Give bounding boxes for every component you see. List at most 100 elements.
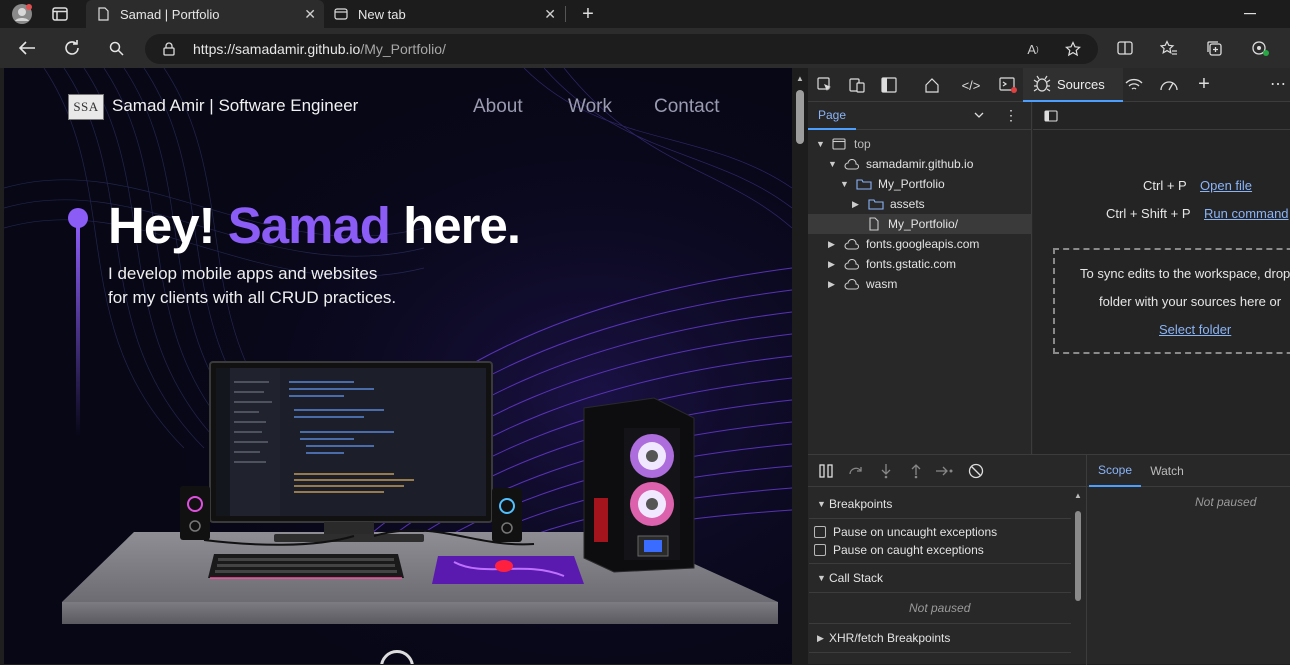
select-folder-link[interactable]: Select folder bbox=[1159, 322, 1231, 337]
favorites-icon[interactable] bbox=[1158, 38, 1180, 58]
step-out-icon[interactable] bbox=[906, 461, 926, 481]
hero-here: here. bbox=[403, 197, 521, 254]
cloud-icon bbox=[844, 158, 860, 170]
shortcut-run-command: Ctrl + Shift + P bbox=[1106, 206, 1191, 221]
favorite-star-icon[interactable] bbox=[1063, 39, 1083, 59]
refresh-icon[interactable] bbox=[61, 38, 83, 58]
scrollbar-thumb[interactable] bbox=[796, 90, 804, 144]
xhr-label: XHR/fetch Breakpoints bbox=[829, 631, 951, 645]
run-command-link[interactable]: Run command bbox=[1204, 206, 1289, 221]
sidebar-scrollbar[interactable]: ▲ bbox=[1072, 489, 1084, 665]
nav-about[interactable]: About bbox=[473, 96, 523, 118]
sources-tab-label: Sources bbox=[1057, 76, 1105, 92]
elements-icon[interactable]: </> bbox=[960, 76, 982, 94]
editor-pane: Ctrl + P Open file Ctrl + Shift + P Run … bbox=[1033, 102, 1290, 454]
call-stack-header[interactable]: ▼ Call Stack bbox=[809, 563, 1071, 593]
tree-label: samadamir.github.io bbox=[866, 157, 974, 171]
chevron-down-icon[interactable] bbox=[972, 108, 986, 122]
nav-work[interactable]: Work bbox=[568, 96, 612, 118]
tree-label: assets bbox=[890, 197, 925, 211]
more-tools-plus-icon[interactable]: + bbox=[1194, 73, 1214, 95]
tree-item-host[interactable]: ▼ samadamir.github.io bbox=[828, 154, 973, 174]
logo-text: SSA bbox=[73, 99, 99, 114]
hero-subtitle-2: for my clients with all CRUD practices. bbox=[108, 288, 397, 307]
lock-icon[interactable] bbox=[161, 41, 177, 57]
folder-icon bbox=[868, 199, 884, 210]
workspaces-icon[interactable] bbox=[50, 5, 70, 23]
sync-text-2: folder with your sources here or bbox=[1099, 294, 1282, 309]
pause-uncaught-checkbox-row[interactable]: Pause on uncaught exceptions bbox=[814, 525, 997, 539]
toggle-navigator-icon[interactable] bbox=[1043, 108, 1059, 124]
breakpoints-header[interactable]: ▼ Breakpoints bbox=[809, 489, 1071, 519]
expand-arrow-icon: ▶ bbox=[828, 258, 835, 269]
profile-avatar[interactable] bbox=[10, 3, 34, 25]
tree-item-fonts-googleapis[interactable]: ▶ fonts.googleapis.com bbox=[828, 234, 979, 254]
tree-item-assets[interactable]: ▶ assets bbox=[852, 194, 925, 214]
navigator-pane: Page ⋮ ▼ top ▼ samadamir.github.io ▼ My_… bbox=[808, 102, 1032, 454]
xhr-breakpoints-header[interactable]: ▶ XHR/fetch Breakpoints bbox=[809, 623, 1071, 653]
tree-item-folder[interactable]: ▼ My_Portfolio bbox=[840, 174, 945, 194]
expand-arrow-icon: ▶ bbox=[828, 238, 835, 249]
kebab-menu-icon[interactable]: ⋮ bbox=[1004, 107, 1018, 123]
inspect-icon[interactable] bbox=[816, 76, 834, 94]
console-icon[interactable] bbox=[998, 76, 1018, 94]
scrollbar-thumb[interactable] bbox=[1075, 511, 1081, 601]
close-icon[interactable]: ✕ bbox=[544, 6, 556, 23]
step-into-icon[interactable] bbox=[876, 461, 896, 481]
pause-icon[interactable] bbox=[816, 461, 836, 481]
open-file-link[interactable]: Open file bbox=[1200, 178, 1252, 193]
nav-contact[interactable]: Contact bbox=[654, 96, 719, 118]
read-aloud-icon[interactable]: A) bbox=[1023, 39, 1043, 59]
site-logo[interactable]: SSA bbox=[68, 94, 104, 120]
tree-label: wasm bbox=[866, 277, 898, 291]
tree-label: fonts.googleapis.com bbox=[866, 237, 980, 251]
scroll-up-arrow[interactable]: ▲ bbox=[796, 74, 804, 83]
close-icon[interactable]: ✕ bbox=[304, 6, 316, 23]
tree-label: My_Portfolio bbox=[878, 177, 945, 191]
search-icon[interactable] bbox=[106, 38, 126, 58]
tab-new-tab[interactable]: New tab ✕ bbox=[324, 0, 564, 28]
step-icon[interactable] bbox=[934, 461, 956, 481]
copilot-icon[interactable] bbox=[1247, 38, 1271, 58]
performance-icon[interactable] bbox=[1158, 76, 1180, 94]
page-scrollbar[interactable]: ▲ bbox=[792, 68, 808, 664]
expand-arrow-icon: ▼ bbox=[817, 573, 826, 583]
pause-caught-checkbox-row[interactable]: Pause on caught exceptions bbox=[814, 543, 984, 557]
dock-side-icon[interactable] bbox=[880, 76, 898, 94]
tree-item-fonts-gstatic[interactable]: ▶ fonts.gstatic.com bbox=[828, 254, 956, 274]
network-icon[interactable] bbox=[1124, 76, 1144, 94]
tree-item-wasm[interactable]: ▶ wasm bbox=[828, 274, 897, 294]
bug-icon bbox=[1033, 75, 1051, 92]
pause-caught-checkbox[interactable] bbox=[814, 544, 826, 556]
minimize-icon[interactable] bbox=[1240, 4, 1260, 24]
device-emulation-icon[interactable] bbox=[848, 76, 866, 94]
collections-icon[interactable] bbox=[1203, 38, 1225, 58]
tab-scope[interactable]: Scope bbox=[1089, 455, 1141, 487]
url-field[interactable]: https://samadamir.github.io/My_Portfolio… bbox=[145, 34, 1098, 64]
tab-sources[interactable]: Sources bbox=[1023, 68, 1123, 102]
tree-item-top[interactable]: ▼ top bbox=[816, 134, 871, 154]
tree-label: fonts.gstatic.com bbox=[866, 257, 957, 271]
expand-arrow-icon: ▶ bbox=[852, 198, 859, 209]
cloud-icon bbox=[844, 278, 860, 290]
scroll-up-arrow[interactable]: ▲ bbox=[1074, 491, 1082, 500]
cloud-icon bbox=[844, 258, 860, 270]
split-screen-icon[interactable] bbox=[1114, 38, 1136, 58]
watch-tab-label: Watch bbox=[1150, 464, 1184, 478]
tab-portfolio[interactable]: Samad | Portfolio ✕ bbox=[86, 0, 324, 28]
plus-icon[interactable]: + bbox=[578, 3, 598, 25]
shortcut-open-file: Ctrl + P bbox=[1143, 178, 1187, 193]
step-over-icon[interactable] bbox=[846, 461, 866, 481]
hero-hey: Hey! bbox=[108, 197, 216, 254]
back-icon[interactable] bbox=[16, 38, 38, 58]
expand-arrow-icon: ▶ bbox=[828, 278, 835, 289]
more-options-icon[interactable]: ⋯ bbox=[1268, 74, 1288, 94]
tab-page[interactable]: Page bbox=[808, 102, 856, 130]
site-brand[interactable]: Samad Amir | Software Engineer bbox=[112, 96, 358, 116]
tree-item-file-selected[interactable]: My_Portfolio/ bbox=[808, 214, 1032, 234]
welcome-home-icon[interactable] bbox=[922, 76, 942, 94]
pause-uncaught-checkbox[interactable] bbox=[814, 526, 826, 538]
scope-watch-pane: Scope Watch Not paused bbox=[1086, 455, 1290, 665]
tab-watch[interactable]: Watch bbox=[1141, 455, 1193, 487]
deactivate-breakpoints-icon[interactable] bbox=[966, 461, 986, 481]
